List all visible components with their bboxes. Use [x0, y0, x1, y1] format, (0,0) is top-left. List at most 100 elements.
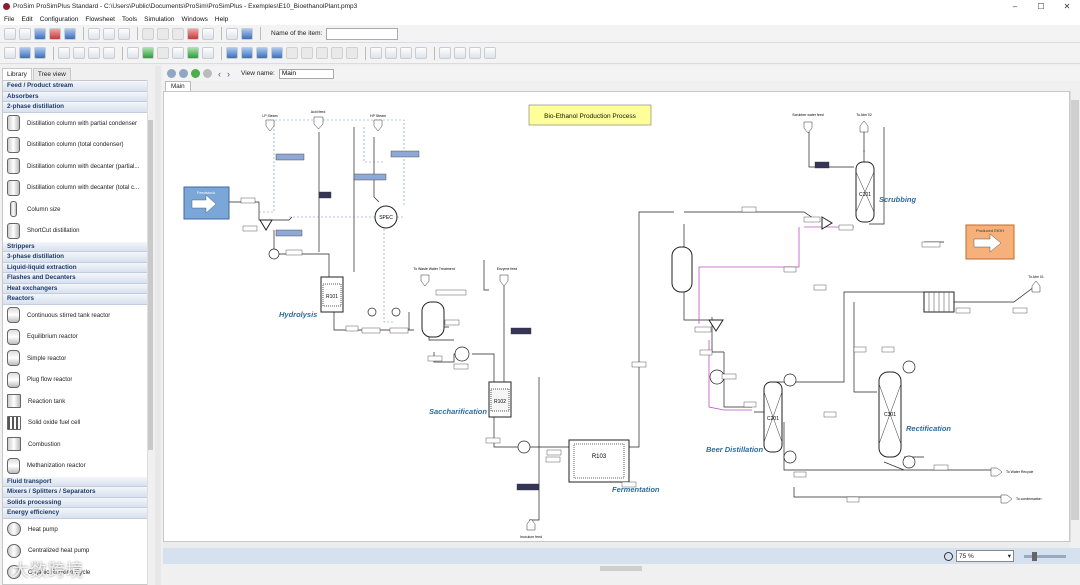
library-item[interactable]: Column size [3, 199, 153, 221]
to-condensation-icon[interactable] [1000, 494, 1013, 504]
step-icon[interactable] [157, 47, 169, 59]
thermo-icon[interactable] [103, 27, 115, 40]
results-icon[interactable] [172, 47, 184, 59]
library-item[interactable]: Distillation column with partial condens… [3, 113, 153, 135]
bottom-scroll-thumb[interactable] [600, 566, 642, 571]
library-item[interactable]: Equilibrium reactor [3, 326, 153, 348]
flip-h-icon[interactable] [385, 47, 397, 59]
close-file-icon[interactable] [49, 27, 61, 40]
info-tag[interactable] [390, 150, 420, 158]
info-tag[interactable] [510, 327, 532, 335]
to-atm-02-icon[interactable] [859, 120, 869, 133]
ellipse-icon[interactable] [241, 47, 253, 59]
close-button[interactable]: ✕ [1052, 0, 1080, 13]
stream-tag[interactable] [743, 401, 757, 408]
hp-steam-feed-icon[interactable] [373, 119, 383, 132]
menu-flowsheet[interactable]: Flowsheet [85, 16, 115, 23]
align-bottom-icon[interactable] [331, 47, 343, 59]
library-item[interactable]: Combustion [3, 434, 153, 456]
stream-tag[interactable] [242, 225, 258, 232]
stream-tag[interactable] [721, 373, 737, 380]
align-top-icon[interactable] [316, 47, 328, 59]
category-heat-exchangers[interactable]: Heat exchangers [3, 283, 153, 294]
lp-steam-feed-icon[interactable] [265, 119, 275, 132]
category-absorbers[interactable]: Absorbers [3, 91, 153, 102]
flash-drum[interactable] [671, 246, 693, 293]
stream-tag[interactable] [881, 346, 895, 353]
stream-tag[interactable] [453, 363, 469, 370]
stream-tag[interactable] [699, 349, 713, 356]
inoculum-feed-icon[interactable] [526, 518, 536, 531]
align-right-icon[interactable] [301, 47, 313, 59]
stream-tag[interactable] [921, 241, 941, 248]
library-item[interactable]: Distillation column with decanter (total… [3, 177, 153, 199]
flash-drum[interactable] [421, 301, 445, 338]
splitter[interactable] [259, 219, 273, 231]
stream-tag[interactable] [546, 449, 562, 456]
previous-view-icon[interactable]: ‹ [218, 69, 221, 79]
mixer-icon[interactable] [73, 47, 85, 59]
condenser[interactable] [783, 450, 797, 464]
stream-icon[interactable] [19, 47, 31, 59]
tab-library[interactable]: Library [2, 68, 32, 80]
stream-tag[interactable] [813, 284, 827, 291]
text-icon[interactable] [271, 47, 283, 59]
panel-splitter[interactable] [155, 66, 161, 585]
run-simulation-icon[interactable] [142, 47, 154, 59]
menu-help[interactable]: Help [215, 16, 228, 23]
stream-tag[interactable] [838, 224, 854, 231]
info-tag[interactable] [516, 483, 540, 491]
stream-tag[interactable] [285, 249, 303, 256]
pump[interactable] [367, 307, 377, 317]
reboiler[interactable] [783, 373, 797, 387]
properties-icon[interactable] [118, 27, 130, 40]
library-item[interactable]: ShortCut distillation [3, 220, 153, 242]
info-tag[interactable] [275, 229, 303, 237]
stream-tag[interactable] [823, 411, 837, 418]
zoom-slider[interactable] [1024, 551, 1066, 561]
stream-tag[interactable] [545, 456, 561, 463]
rotate-icon[interactable] [370, 47, 382, 59]
distribute-icon[interactable] [346, 47, 358, 59]
name-of-item-input[interactable] [326, 27, 399, 40]
stream-tag[interactable] [803, 216, 821, 223]
category-3phase-distillation[interactable]: 3-phase distillation [3, 252, 153, 263]
category-strippers[interactable]: Strippers [3, 241, 153, 252]
new-file-icon[interactable] [4, 27, 16, 40]
category-energy-efficiency[interactable]: Energy efficiency [3, 508, 153, 519]
library-scroll-thumb[interactable] [148, 120, 153, 450]
category-reactors[interactable]: Reactors [3, 294, 153, 305]
stream-tag[interactable] [631, 361, 647, 368]
library-item[interactable]: Solid oxide fuel cell [3, 412, 153, 434]
open-folder-icon[interactable] [19, 27, 31, 40]
connector-icon[interactable] [34, 47, 46, 59]
category-liquid-liquid-extraction[interactable]: Liquid-liquid extraction [3, 262, 153, 273]
category-fluid-transport[interactable]: Fluid transport [3, 476, 153, 487]
stream-tag[interactable] [694, 326, 712, 333]
category-2phase-distillation[interactable]: 2-phase distillation [3, 102, 153, 113]
fermentation-reactor[interactable] [568, 439, 630, 483]
screenshot-icon[interactable] [226, 27, 238, 40]
canvas-vertical-thumb[interactable] [1071, 100, 1079, 520]
order-icon[interactable] [484, 47, 496, 59]
acid-feed-icon[interactable] [313, 116, 324, 130]
delete-view-icon[interactable] [203, 69, 212, 78]
info-tag[interactable] [353, 173, 387, 181]
library-item[interactable]: Heat pump [3, 519, 153, 541]
stream-tag[interactable] [846, 496, 860, 503]
heat-exchanger[interactable] [454, 346, 470, 362]
water-treatment-product-icon[interactable] [420, 274, 430, 287]
valve-icon[interactable] [103, 47, 115, 59]
category-mixers-splitters[interactable]: Mixers / Splitters / Separators [3, 487, 153, 498]
tab-tree-view[interactable]: Tree view [32, 68, 71, 80]
back-icon[interactable] [167, 69, 176, 78]
stream-tag[interactable] [621, 481, 637, 488]
arrange-icon[interactable] [439, 47, 451, 59]
menu-file[interactable]: File [4, 16, 14, 23]
align-left-icon[interactable] [286, 47, 298, 59]
info-tag[interactable] [814, 161, 830, 169]
line-icon[interactable] [256, 47, 268, 59]
heat-exchanger[interactable] [268, 248, 280, 260]
stream-tag[interactable] [783, 266, 797, 273]
stream-tag[interactable] [427, 355, 443, 362]
